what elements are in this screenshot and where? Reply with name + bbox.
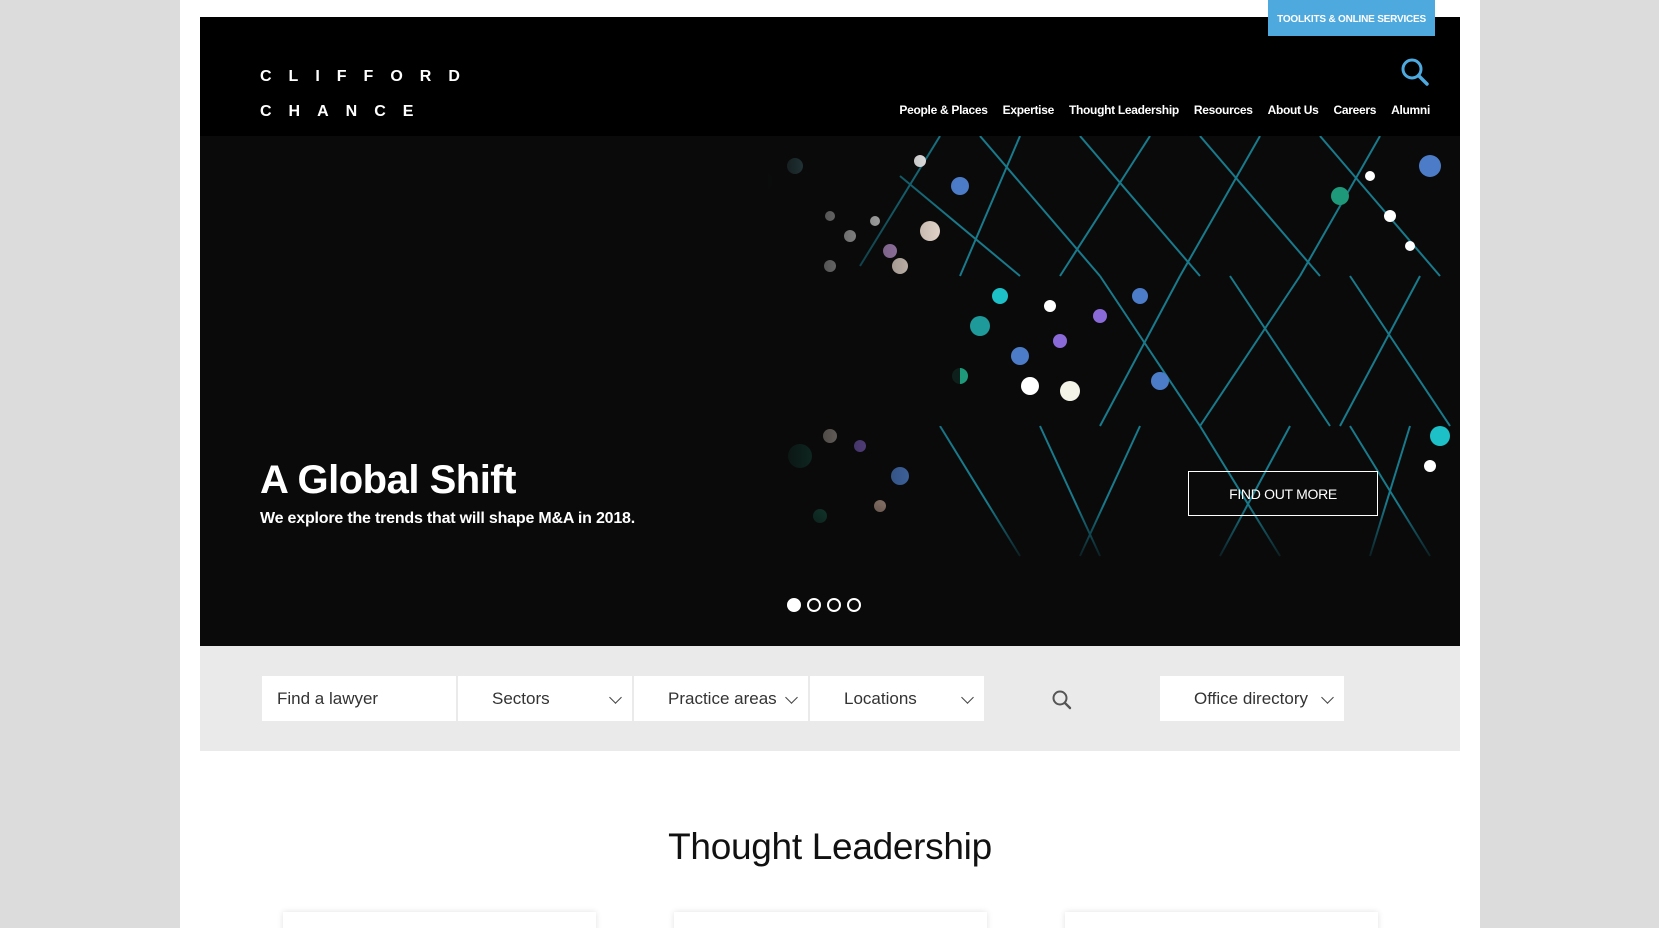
locations-label: Locations (844, 689, 917, 708)
carousel-dots (787, 598, 861, 612)
main-nav: People & Places Expertise Thought Leader… (884, 103, 1430, 117)
carousel-dot-2[interactable] (807, 598, 821, 612)
toolkits-online-services-button[interactable]: TOOLKITS & ONLINE SERVICES (1268, 0, 1435, 36)
hero-title: A Global Shift (260, 458, 516, 502)
nav-about-us[interactable]: About Us (1268, 103, 1319, 117)
nav-thought-leadership[interactable]: Thought Leadership (1069, 103, 1179, 117)
chevron-down-icon (1321, 691, 1334, 704)
thought-leadership-card-3[interactable] (1065, 912, 1378, 928)
carousel-dot-3[interactable] (827, 598, 841, 612)
carousel-dot-1[interactable] (787, 598, 801, 612)
site: TOOLKITS & ONLINE SERVICES CLIFFORD CHAN… (200, 0, 1460, 751)
page: TOOLKITS & ONLINE SERVICES CLIFFORD CHAN… (180, 0, 1480, 928)
hero-subtitle: We explore the trends that will shape M&… (260, 510, 635, 527)
find-out-more-button[interactable]: FIND OUT MORE (1188, 471, 1378, 516)
office-directory-dropdown[interactable]: Office directory (1160, 676, 1344, 721)
logo-line-2: CHANCE (260, 103, 431, 120)
thought-leadership-card-1[interactable] (283, 912, 596, 928)
logo-line-1: CLIFFORD (260, 68, 477, 85)
hero-network-image (200, 136, 1460, 646)
nav-resources[interactable]: Resources (1194, 103, 1253, 117)
find-a-lawyer-input[interactable]: Find a lawyer (262, 676, 456, 721)
search-icon[interactable] (1400, 57, 1430, 87)
locations-dropdown[interactable]: Locations (810, 676, 984, 721)
sectors-dropdown[interactable]: Sectors (458, 676, 632, 721)
practice-areas-label: Practice areas (668, 689, 777, 708)
nav-expertise[interactable]: Expertise (1003, 103, 1055, 117)
chevron-down-icon (961, 691, 974, 704)
nav-people-places[interactable]: People & Places (899, 103, 988, 117)
hero-carousel: A Global Shift We explore the trends tha… (200, 136, 1460, 646)
office-directory-label: Office directory (1194, 689, 1309, 708)
find-a-lawyer-placeholder: Find a lawyer (277, 689, 379, 708)
thought-leadership-card-2[interactable] (674, 912, 987, 928)
chevron-down-icon (609, 691, 622, 704)
chevron-down-icon (785, 691, 798, 704)
search-filter-bar: Find a lawyer Sectors Practice areas Loc… (200, 646, 1460, 751)
carousel-dot-4[interactable] (847, 598, 861, 612)
practice-areas-dropdown[interactable]: Practice areas (634, 676, 808, 721)
search-icon[interactable] (1050, 688, 1074, 712)
thought-leadership-heading: Thought Leadership (668, 826, 992, 867)
site-header: TOOLKITS & ONLINE SERVICES CLIFFORD CHAN… (200, 0, 1460, 136)
clifford-chance-logo[interactable]: CLIFFORD CHANCE (260, 59, 477, 129)
nav-careers[interactable]: Careers (1334, 103, 1377, 117)
nav-alumni[interactable]: Alumni (1391, 103, 1430, 117)
sectors-label: Sectors (492, 689, 550, 708)
